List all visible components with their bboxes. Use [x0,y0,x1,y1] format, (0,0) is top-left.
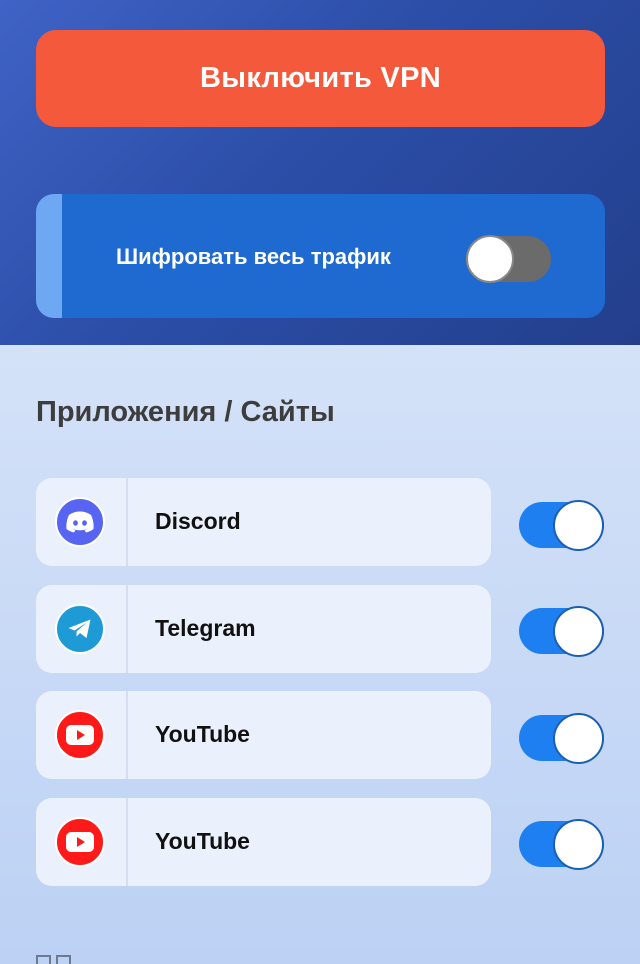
youtube-2-toggle[interactable] [519,819,604,870]
app-row-discord[interactable]: Discord [36,478,491,566]
app-name: YouTube [155,721,250,747]
encrypt-all-traffic-toggle[interactable] [466,235,551,283]
toggle-knob [553,819,604,870]
app-name: Telegram [155,615,256,641]
app-row-youtube-2[interactable]: YouTube [36,798,491,886]
discord-icon [55,497,105,547]
row-divider [126,691,128,779]
next-section-peek [36,955,636,964]
app-name: Discord [155,508,241,534]
app-row-youtube[interactable]: YouTube [36,691,491,779]
row-divider [126,585,128,673]
toggle-knob [466,235,514,283]
encrypt-all-traffic-label: Шифровать весь трафик [116,244,391,269]
app-name: YouTube [155,828,250,854]
apps-section-title: Приложения / Сайты [36,396,335,428]
app-row-telegram[interactable]: Telegram [36,585,491,673]
disable-vpn-button[interactable]: Выключить VPN [36,30,605,127]
row-divider [126,478,128,566]
youtube-icon [55,817,105,867]
telegram-icon [55,604,105,654]
youtube-toggle[interactable] [519,713,604,764]
toggle-knob [553,500,604,551]
grid-icon [56,955,71,964]
discord-toggle[interactable] [519,500,604,551]
toggle-knob [553,713,604,764]
toggle-knob [553,606,604,657]
row-divider [126,798,128,886]
telegram-toggle[interactable] [519,606,604,657]
card-accent-stripe [36,194,62,318]
grid-icon [36,955,51,964]
youtube-icon [55,710,105,760]
